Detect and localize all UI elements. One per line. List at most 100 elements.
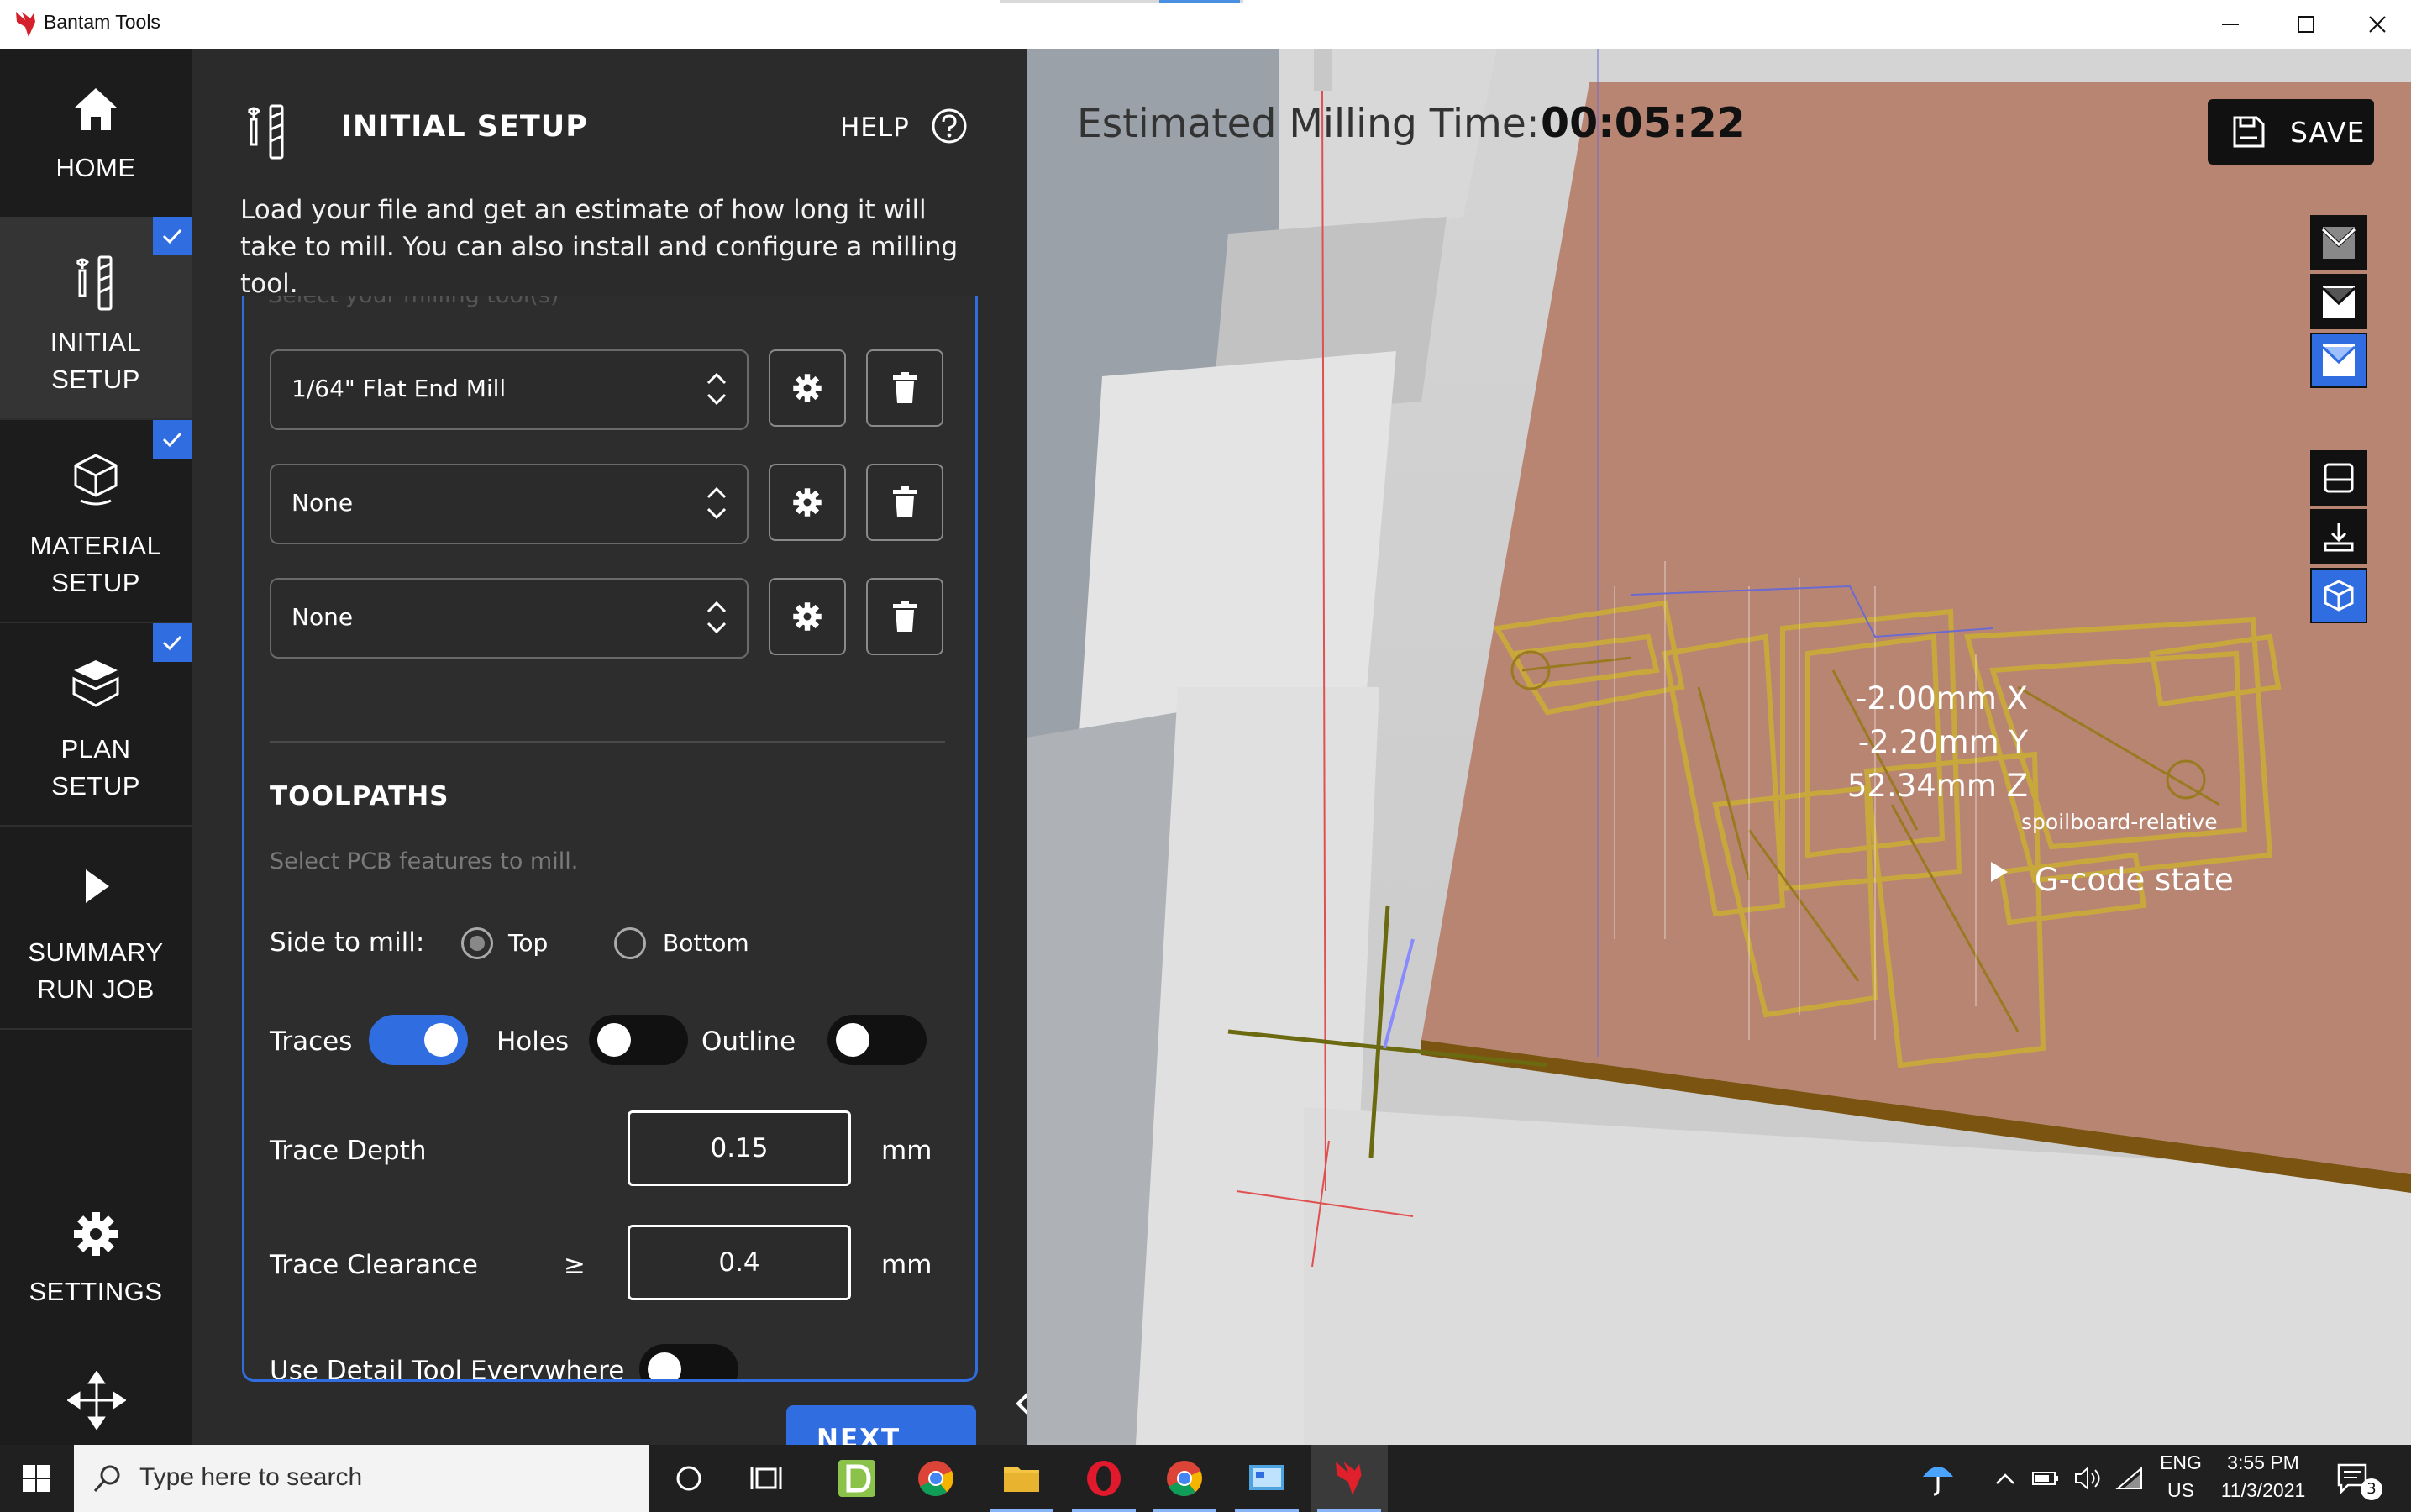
nav-label-initial-setup: INITIAL SETUP xyxy=(50,328,142,394)
trace-depth-input[interactable]: 0.15 xyxy=(628,1110,851,1186)
radio-bottom-label: Bottom xyxy=(663,929,749,957)
coord-z: 52.34mm Z xyxy=(1846,768,2028,804)
3d-viewport[interactable]: Estimated Milling Time: 00:05:22 SAVE -2… xyxy=(1027,49,2411,1445)
language-indicator[interactable]: ENG US xyxy=(2149,1452,2213,1502)
notification-count-badge: 3 xyxy=(2361,1478,2382,1500)
nav-item-material-setup[interactable]: MATERIAL SETUP xyxy=(0,420,192,623)
tool-select-2[interactable]: None xyxy=(270,464,749,544)
radio-top[interactable] xyxy=(461,927,493,959)
taskbar-app-bantam[interactable] xyxy=(1311,1445,1388,1512)
traces-toggle[interactable] xyxy=(369,1015,468,1065)
maximize-icon xyxy=(2298,16,2314,33)
running-indicator xyxy=(990,1509,1053,1512)
view-front-button[interactable] xyxy=(2310,274,2367,329)
show-spoilboard-button[interactable] xyxy=(2310,450,2367,506)
tool-delete-button-1[interactable] xyxy=(866,349,943,427)
trace-clearance-input[interactable]: 0.4 xyxy=(628,1225,851,1300)
search-icon xyxy=(93,1465,120,1493)
taskbar-search-box[interactable]: Type here to search xyxy=(74,1445,649,1512)
taskbar-app-chrome-2[interactable] xyxy=(1146,1445,1223,1512)
help-circle-icon[interactable] xyxy=(931,108,968,148)
wifi-icon xyxy=(2115,1466,2142,1489)
running-indicator xyxy=(1153,1509,1216,1512)
holes-toggle[interactable] xyxy=(589,1015,688,1065)
running-indicator xyxy=(1235,1509,1299,1512)
tool-select-3[interactable]: None xyxy=(270,578,749,659)
trace-depth-label: Trace Depth xyxy=(270,1136,427,1166)
tool-delete-button-2[interactable] xyxy=(866,464,943,541)
trace-clearance-unit: mm xyxy=(881,1250,932,1280)
taskbar-app-explorer[interactable] xyxy=(983,1445,1060,1512)
running-indicator xyxy=(1072,1509,1136,1512)
minimize-button[interactable] xyxy=(2193,0,2268,49)
gcode-state-toggle[interactable]: G-code state xyxy=(2035,862,2234,898)
taskbar-app-control-panel[interactable] xyxy=(1228,1445,1305,1512)
battery-button[interactable] xyxy=(2025,1445,2067,1512)
tool-row-2: None xyxy=(270,464,945,544)
view-iso-button[interactable] xyxy=(2310,333,2367,388)
nav-item-plan-setup[interactable]: PLAN SETUP xyxy=(0,623,192,827)
nav-item-initial-setup[interactable]: INITIAL SETUP xyxy=(0,217,192,420)
minimize-icon xyxy=(2222,24,2239,25)
tool-settings-button-1[interactable] xyxy=(769,349,846,427)
nav-item-settings[interactable]: SETTINGS xyxy=(0,1189,192,1341)
toolpaths-hint: Select PCB features to mill. xyxy=(270,848,579,874)
view-top-button[interactable] xyxy=(2310,215,2367,270)
clock[interactable]: 3:55 PM 11/3/2021 xyxy=(2216,1452,2310,1502)
layers-box-icon xyxy=(71,655,121,711)
check-icon xyxy=(153,623,192,662)
weather-button[interactable] xyxy=(1907,1445,1969,1512)
start-button[interactable] xyxy=(0,1445,72,1512)
bantam-logo-icon xyxy=(1336,1462,1362,1495)
machine-scene xyxy=(1027,49,2411,1445)
save-button[interactable]: SAVE xyxy=(2208,99,2374,165)
search-placeholder: Type here to search xyxy=(139,1463,363,1491)
trash-icon xyxy=(893,601,917,632)
move-arrows-icon[interactable] xyxy=(66,1370,127,1433)
outline-toggle[interactable] xyxy=(827,1015,927,1065)
next-button[interactable]: NEXT xyxy=(786,1405,976,1445)
download-icon xyxy=(2324,523,2354,552)
save-label: SAVE xyxy=(2290,116,2366,149)
task-view-button[interactable] xyxy=(728,1445,805,1512)
detail-tool-toggle[interactable] xyxy=(639,1344,738,1379)
download-view-button[interactable] xyxy=(2310,509,2367,564)
show-hidden-icons-button[interactable] xyxy=(1986,1445,2025,1512)
taskbar-app-d[interactable] xyxy=(818,1445,896,1512)
tool-delete-button-3[interactable] xyxy=(866,578,943,655)
tool-settings-button-3[interactable] xyxy=(769,578,846,655)
estimated-time-value: 00:05:22 xyxy=(1541,99,1746,147)
chrome-icon xyxy=(918,1461,953,1496)
coord-x: -2.00mm X xyxy=(1856,680,2028,717)
up-down-chevron-icon xyxy=(706,601,727,634)
taskbar-app-chrome-1[interactable] xyxy=(897,1445,974,1512)
tool-select-1[interactable]: 1/64" Flat End Mill xyxy=(270,349,749,430)
speaker-icon xyxy=(2075,1466,2100,1491)
opera-icon xyxy=(1087,1461,1121,1496)
help-link[interactable]: HELP xyxy=(840,113,910,143)
network-button[interactable] xyxy=(2109,1445,2151,1512)
nav-item-summary-run-job[interactable]: SUMMARY RUN JOB xyxy=(0,827,192,1030)
trash-icon xyxy=(893,372,917,403)
close-window-button[interactable] xyxy=(2340,0,2411,49)
outline-label: Outline xyxy=(701,1026,796,1057)
layers-outline-icon xyxy=(2324,463,2354,493)
cortana-button[interactable] xyxy=(650,1445,728,1512)
taskbar: Type here to search ENG US 3:55 PM 11/3/… xyxy=(0,1445,2411,1512)
tool-settings-button-2[interactable] xyxy=(769,464,846,541)
detail-tool-label: Use Detail Tool Everywhere xyxy=(270,1356,625,1382)
notifications-button[interactable]: 3 xyxy=(2324,1445,2382,1512)
taskbar-app-opera[interactable] xyxy=(1065,1445,1142,1512)
volume-button[interactable] xyxy=(2067,1445,2109,1512)
folder-icon xyxy=(1004,1467,1039,1492)
home-icon xyxy=(71,81,121,136)
play-icon xyxy=(71,858,121,914)
tools-icon xyxy=(71,255,121,311)
show-3d-model-button[interactable] xyxy=(2310,568,2367,623)
trace-depth-unit: mm xyxy=(881,1136,932,1166)
trash-icon xyxy=(893,486,917,517)
maximize-button[interactable] xyxy=(2268,0,2344,49)
initial-setup-panel: INITIAL SETUP HELP Load your file and ge… xyxy=(192,49,1027,1445)
radio-bottom[interactable] xyxy=(614,927,646,959)
nav-label-plan-setup: PLAN SETUP xyxy=(51,734,140,801)
